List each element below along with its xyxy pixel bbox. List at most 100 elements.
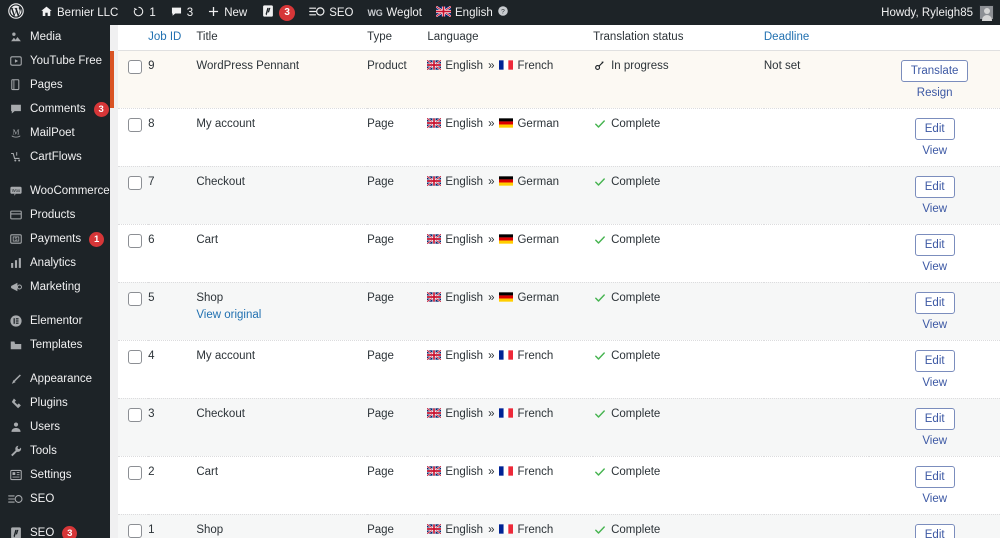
- seo-menu[interactable]: SEO: [302, 0, 360, 25]
- sidebar-item-label: SEO: [30, 527, 55, 538]
- row-checkbox-cell: [118, 456, 149, 515]
- sidebar-item-users[interactable]: Users: [0, 415, 110, 439]
- sidebar-item-tools[interactable]: Tools: [0, 439, 110, 463]
- help-circle-icon[interactable]: ?: [497, 5, 509, 20]
- sidebar-item-elementor[interactable]: Elementor: [0, 309, 110, 333]
- row-checkbox[interactable]: [128, 291, 142, 306]
- sidebar-item-label: Marketing: [30, 281, 81, 293]
- edit-button[interactable]: Edit: [914, 407, 955, 430]
- job-id-cell: 1: [148, 514, 197, 538]
- row-checkbox[interactable]: [128, 407, 142, 422]
- translation-status-cell: Complete: [593, 456, 764, 515]
- account-menu[interactable]: Howdy, Ryleigh85: [881, 5, 1000, 21]
- tools-icon: [8, 444, 23, 459]
- menu-separator: [0, 299, 110, 309]
- row-checkbox[interactable]: [128, 465, 142, 480]
- edit-button[interactable]: Edit: [914, 349, 955, 372]
- row-checkbox-cell: [118, 514, 149, 538]
- svg-text:M: M: [12, 127, 19, 136]
- site-name-menu[interactable]: Bernier LLC: [33, 0, 125, 25]
- new-content-menu[interactable]: New: [200, 0, 254, 25]
- view-link[interactable]: View: [922, 493, 947, 505]
- sidebar-item-media[interactable]: Media: [0, 25, 110, 49]
- actions-cell: Edit View: [869, 456, 1000, 515]
- sidebar-item-label: Plugins: [30, 397, 68, 409]
- table-row: 2 Cart Page English » French Complete Edit View: [118, 456, 1000, 515]
- resign-link[interactable]: Resign: [917, 87, 953, 99]
- view-original-link[interactable]: View original: [196, 309, 367, 321]
- sidebar-item-seo[interactable]: SEO 3: [0, 521, 110, 538]
- sidebar-item-marketing[interactable]: Marketing: [0, 275, 110, 299]
- view-link[interactable]: View: [922, 377, 947, 389]
- edit-button[interactable]: Edit: [914, 175, 955, 198]
- comment-bubble-icon: [170, 5, 183, 21]
- view-link[interactable]: View: [922, 145, 947, 157]
- view-link[interactable]: View: [922, 203, 947, 215]
- sidebar-item-payments[interactable]: $ Payments 1: [0, 227, 110, 251]
- seo-menu-icon: [309, 5, 325, 21]
- sidebar-item-comments[interactable]: Comments 3: [0, 97, 110, 121]
- edit-button[interactable]: Edit: [914, 233, 955, 256]
- job-id-cell: 9: [148, 50, 197, 109]
- translate-button[interactable]: Translate: [900, 59, 969, 82]
- sidebar-item-youtube-free[interactable]: YouTube Free: [0, 49, 110, 73]
- edit-button[interactable]: Edit: [914, 291, 955, 314]
- table-row: 5 Shop View original Page English » German Comp…: [118, 282, 1000, 341]
- media-icon: [8, 30, 23, 45]
- weglot-menu[interactable]: WG Weglot: [361, 0, 430, 25]
- sidebar-item-plugins[interactable]: Plugins: [0, 391, 110, 415]
- view-link[interactable]: View: [922, 261, 947, 273]
- wordpress-logo-button[interactable]: [0, 0, 33, 25]
- updates-count: 1: [149, 6, 156, 19]
- row-checkbox-cell: [110, 50, 149, 109]
- seo-menu-label: SEO: [329, 6, 354, 19]
- target-flag-icon: [499, 523, 514, 537]
- status-label: Complete: [611, 291, 661, 304]
- column-header-job-id[interactable]: Job ID: [148, 25, 197, 51]
- sidebar-item-settings[interactable]: Settings: [0, 463, 110, 487]
- sidebar-item-products[interactable]: Products: [0, 203, 110, 227]
- comments-menu[interactable]: 3: [163, 0, 200, 25]
- language-menu[interactable]: English ?: [429, 0, 516, 25]
- row-checkbox[interactable]: [128, 523, 142, 538]
- table-row: 4 My account Page English » French Complete Edi…: [118, 340, 1000, 399]
- row-checkbox[interactable]: [128, 349, 142, 364]
- appearance-icon: [8, 372, 23, 387]
- source-language-label: English: [445, 466, 484, 478]
- row-checkbox[interactable]: [128, 175, 142, 190]
- language-cell: English » German: [427, 166, 594, 225]
- sidebar-item-cartflows[interactable]: CartFlows: [0, 145, 110, 169]
- sidebar-item-pages[interactable]: Pages: [0, 73, 110, 97]
- sidebar-item-analytics[interactable]: Analytics: [0, 251, 110, 275]
- yoast-seo-menu[interactable]: 3: [254, 0, 302, 25]
- view-link[interactable]: View: [922, 319, 947, 331]
- sidebar-item-seo[interactable]: SEO: [0, 487, 110, 511]
- type-cell: Page: [367, 340, 428, 399]
- row-checkbox[interactable]: [128, 233, 142, 248]
- edit-button[interactable]: Edit: [914, 117, 955, 140]
- sidebar-item-appearance[interactable]: Appearance: [0, 367, 110, 391]
- language-cell: English » French: [427, 514, 594, 538]
- title-cell: Cart: [196, 224, 368, 283]
- view-link[interactable]: View: [922, 435, 947, 447]
- sidebar-item-label: Payments: [30, 233, 82, 245]
- edit-button[interactable]: Edit: [914, 523, 955, 538]
- column-header-deadline[interactable]: Deadline: [763, 25, 870, 51]
- target-flag-icon: [499, 407, 514, 421]
- youtube-icon: [8, 54, 23, 69]
- column-header-actions: [869, 25, 1000, 51]
- sidebar-item-woocommerce[interactable]: Woo WooCommerce: [0, 179, 110, 203]
- title-text: Shop: [196, 523, 224, 536]
- column-header-checkbox[interactable]: [118, 25, 149, 51]
- language-arrow: »: [488, 292, 495, 304]
- language-arrow: »: [488, 466, 495, 478]
- updates-menu[interactable]: 1: [125, 0, 162, 25]
- sidebar-item-mailpoet[interactable]: M MailPoet: [0, 121, 110, 145]
- row-checkbox[interactable]: [128, 59, 142, 74]
- edit-button[interactable]: Edit: [914, 465, 955, 488]
- sidebar-item-templates[interactable]: Templates: [0, 333, 110, 357]
- deadline-cell: [763, 282, 870, 341]
- comments-count: 3: [186, 6, 194, 19]
- templates-icon: [8, 338, 23, 353]
- row-checkbox[interactable]: [128, 117, 142, 132]
